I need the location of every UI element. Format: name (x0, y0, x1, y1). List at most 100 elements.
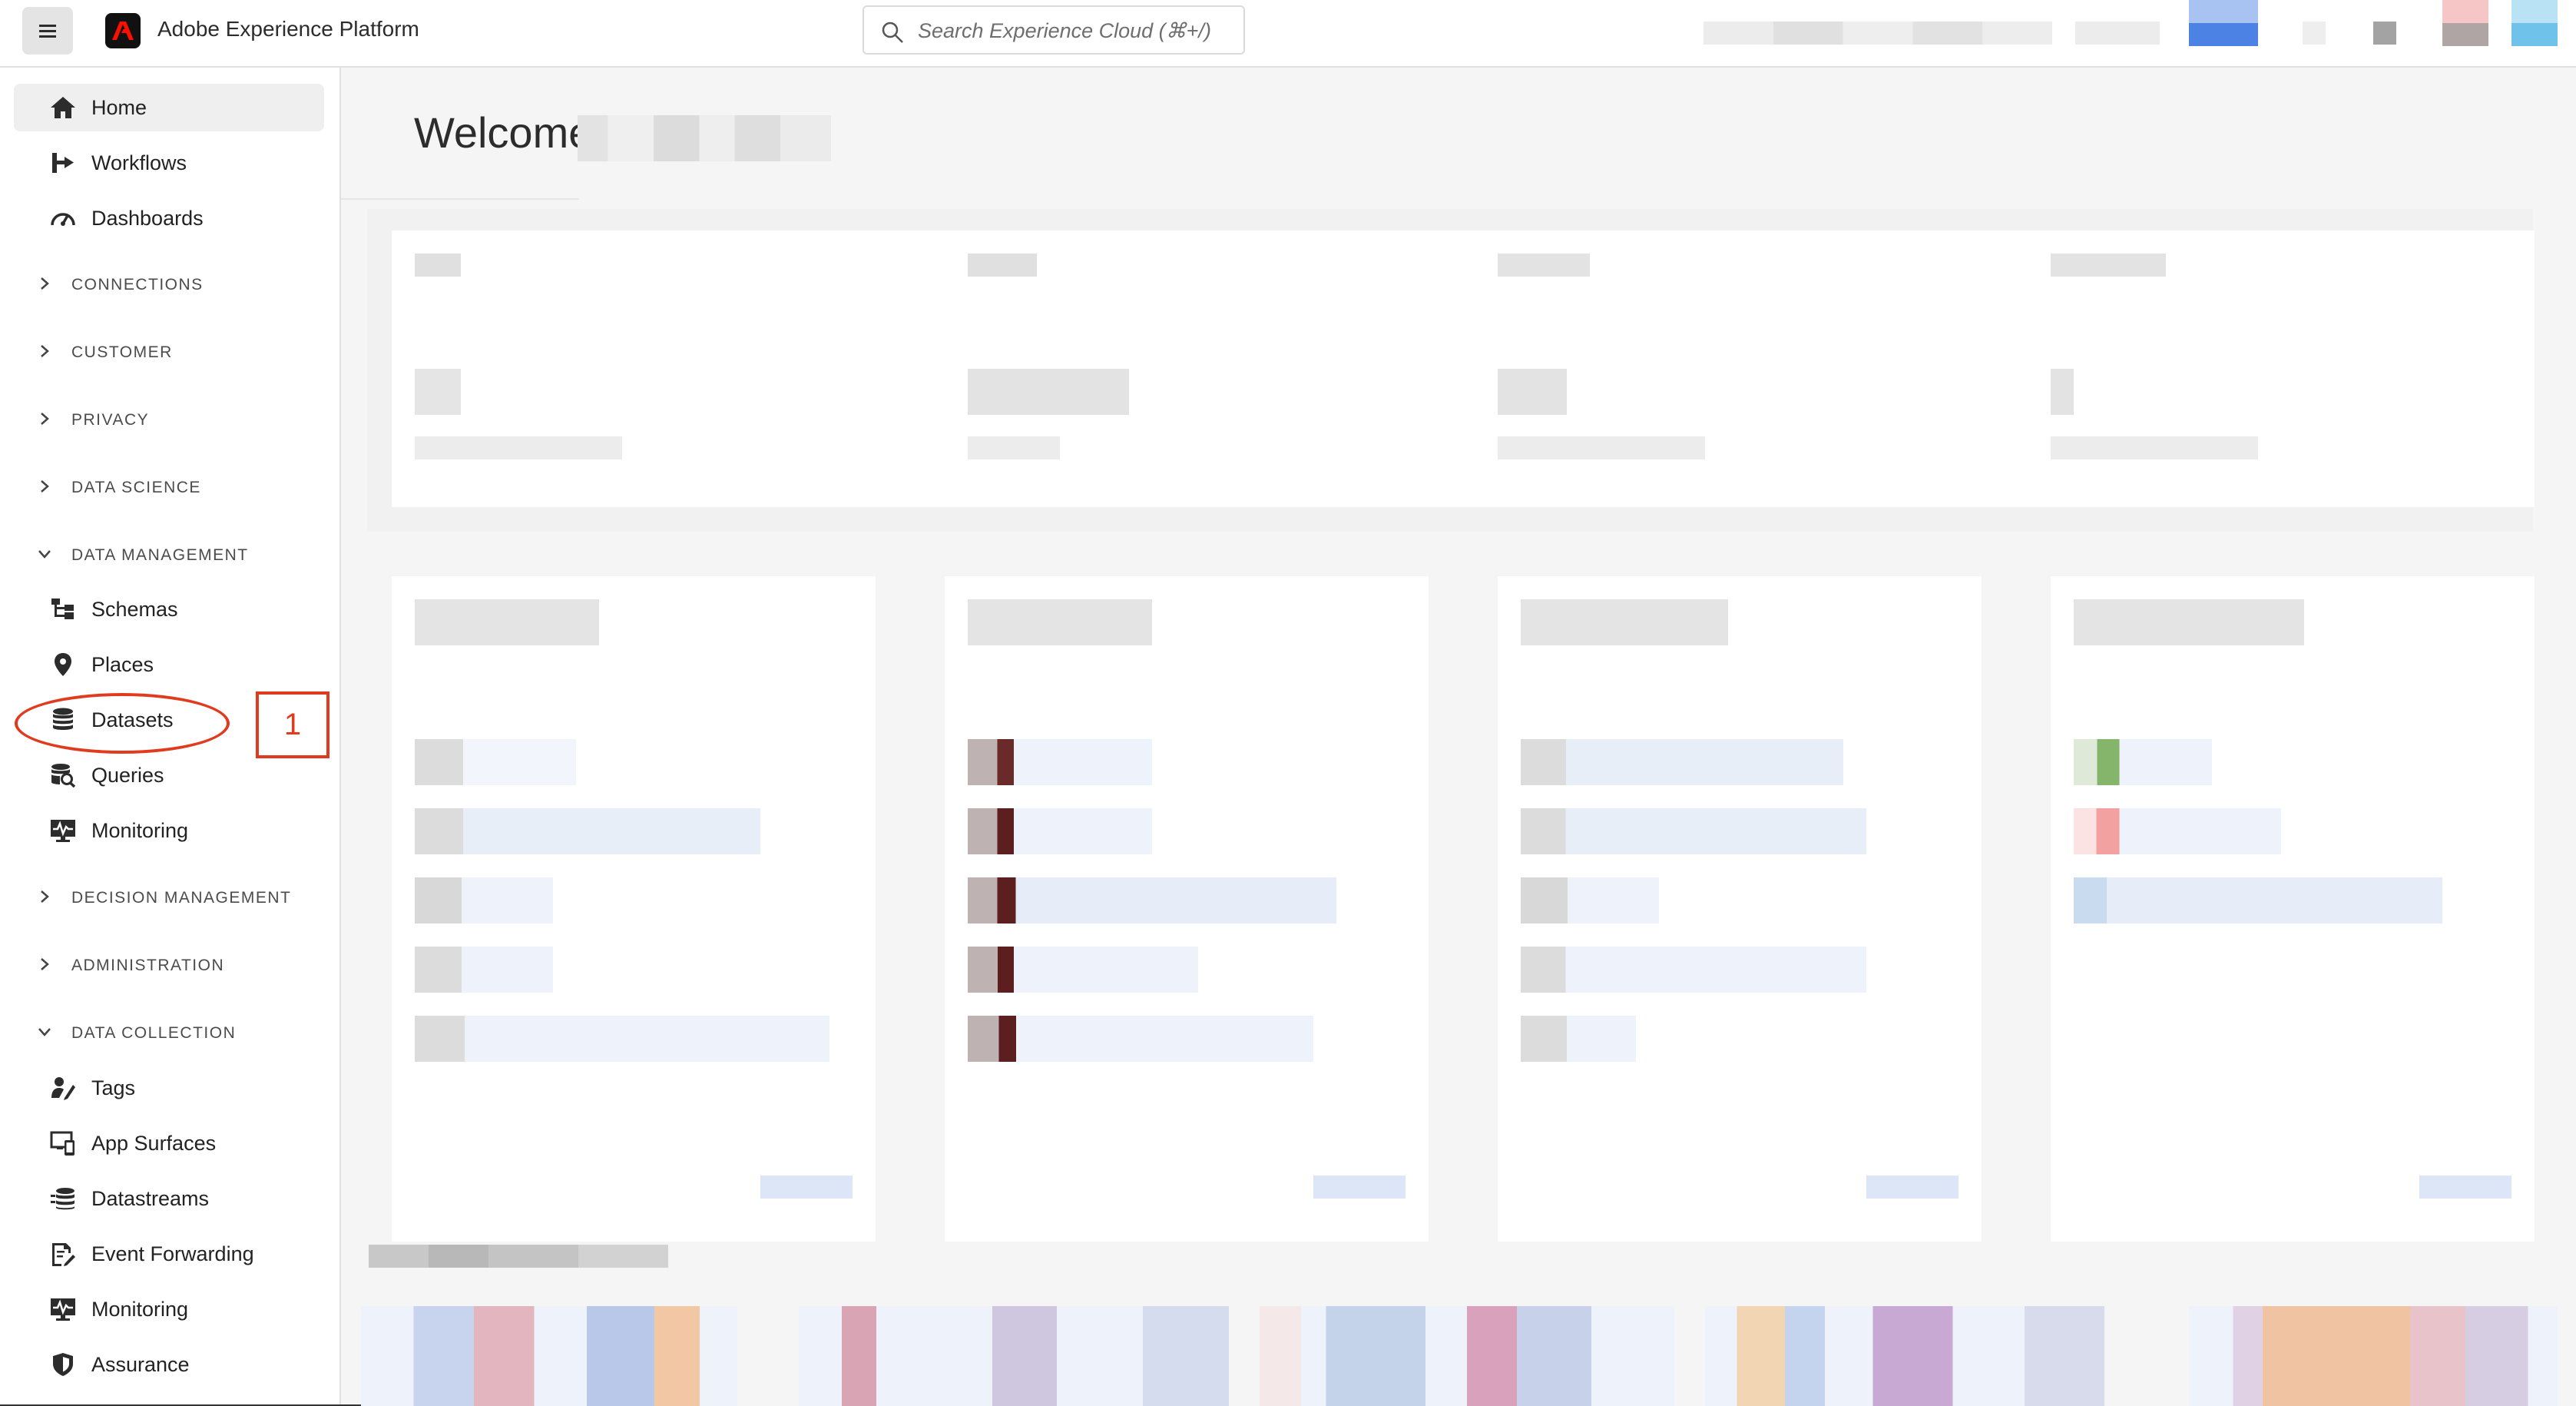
redacted-card-title (415, 599, 599, 645)
redacted-tile[interactable] (361, 1306, 737, 1406)
welcome-divider (341, 198, 579, 200)
annotation-highlight-datasets (15, 693, 230, 754)
redacted-header-controls[interactable] (2075, 22, 2160, 45)
section-decision-management[interactable]: DECISION MANAGEMENT (31, 881, 307, 912)
redacted-card-title (968, 599, 1152, 645)
nav-item-label: Dashboards (91, 207, 204, 230)
nav-item-schemas[interactable]: Schemas (14, 585, 324, 633)
redacted-metric (415, 254, 461, 277)
section-data-collection[interactable]: DATA COLLECTION (31, 1016, 276, 1047)
chevron-right-icon (41, 890, 49, 903)
redacted-link[interactable] (760, 1176, 853, 1199)
nav-item-places[interactable]: Places (14, 641, 324, 688)
recent-card[interactable] (2051, 576, 2535, 1242)
redacted-link[interactable] (1866, 1176, 1958, 1199)
event-forwarding-icon (52, 1243, 75, 1266)
redacted-card-title (1521, 599, 1728, 645)
redacted-metric (1498, 254, 1590, 277)
redacted-row (1521, 808, 1866, 854)
queries-icon (51, 764, 76, 788)
redacted-link[interactable] (2419, 1176, 2511, 1199)
summary-card (392, 230, 2535, 507)
adobe-logo-icon[interactable] (105, 13, 141, 48)
hamburger-icon (39, 25, 56, 38)
section-connections[interactable]: CONNECTIONS (31, 268, 261, 299)
redacted-header-controls[interactable] (2442, 0, 2488, 46)
redacted-tile[interactable] (1260, 1306, 1674, 1406)
nav-item-home[interactable]: Home (14, 84, 324, 131)
nav-item-label: Event Forwarding (91, 1242, 254, 1265)
home-icon (51, 97, 75, 118)
section-label: CUSTOMER (71, 343, 173, 361)
redacted-row (415, 947, 553, 993)
section-customer[interactable]: CUSTOMER (31, 336, 261, 366)
redacted-section-title (369, 1245, 668, 1268)
section-data-science[interactable]: DATA SCIENCE (31, 471, 261, 502)
recent-card[interactable] (392, 576, 876, 1242)
datastreams-icon (51, 1188, 74, 1210)
nav-item-workflows[interactable]: Workflows (14, 139, 324, 187)
section-label: CONNECTIONS (71, 276, 204, 293)
nav-item-app-surfaces[interactable]: App Surfaces (14, 1119, 324, 1167)
section-label: DATA SCIENCE (71, 479, 201, 496)
redacted-tile[interactable] (2189, 1306, 2558, 1406)
nav-item-tags[interactable]: Tags (14, 1064, 324, 1112)
redacted-header-controls[interactable] (2511, 0, 2558, 46)
assurance-icon (53, 1353, 73, 1376)
recent-card[interactable] (1498, 576, 1982, 1242)
redacted-link[interactable] (1313, 1176, 1406, 1199)
section-label: PRIVACY (71, 411, 150, 429)
redacted-row (2074, 739, 2212, 785)
app-title[interactable]: Adobe Experience Platform (157, 17, 419, 41)
nav-item-label: Workflows (91, 151, 187, 174)
redacted-row (415, 1016, 829, 1062)
menu-toggle-button[interactable] (22, 7, 73, 55)
nav-item-label: Monitoring (91, 819, 189, 842)
redacted-metric (415, 436, 622, 459)
section-data-management[interactable]: DATA MANAGEMENT (31, 539, 292, 569)
redacted-avatar[interactable] (2189, 0, 2258, 46)
nav-item-label: Schemas (91, 598, 178, 621)
redacted-row (415, 877, 553, 924)
monitoring-icon (51, 820, 75, 842)
nav-item-monitoring-collection[interactable]: Monitoring (14, 1285, 324, 1333)
nav-item-monitoring[interactable]: Monitoring (14, 807, 324, 854)
redacted-metric (1498, 369, 1567, 415)
tags-icon (51, 1077, 75, 1100)
nav-item-label: Datastreams (91, 1187, 210, 1210)
nav-item-label: Queries (91, 764, 164, 787)
nav-item-assurance[interactable]: Assurance (14, 1341, 324, 1388)
nav-item-dashboards[interactable]: Dashboards (14, 194, 324, 242)
nav-item-datastreams[interactable]: Datastreams (14, 1175, 324, 1222)
nav-item-queries[interactable]: Queries (14, 751, 324, 799)
section-label: DECISION MANAGEMENT (71, 889, 292, 907)
redacted-metric (415, 369, 461, 415)
redacted-metric (968, 369, 1129, 415)
redacted-row (2074, 877, 2442, 924)
redacted-row (968, 947, 1198, 993)
redacted-header-controls[interactable] (2373, 22, 2396, 45)
redacted-metric (968, 436, 1060, 459)
section-privacy[interactable]: PRIVACY (31, 403, 261, 434)
redacted-row (968, 808, 1152, 854)
welcome-heading: Welcome (414, 108, 592, 158)
top-bar: Adobe Experience Platform (0, 0, 2576, 68)
redacted-row (968, 877, 1336, 924)
app-surfaces-icon (50, 1131, 74, 1156)
redacted-tile[interactable] (799, 1306, 1229, 1406)
redacted-row (2074, 808, 2281, 854)
section-label: DATA COLLECTION (71, 1024, 237, 1042)
section-administration[interactable]: ADMINISTRATION (31, 949, 261, 980)
global-search[interactable] (863, 5, 1245, 55)
nav-item-label: Monitoring (91, 1298, 189, 1321)
redacted-row (1521, 877, 1659, 924)
chevron-right-icon (41, 958, 49, 970)
redacted-header-controls[interactable] (2303, 22, 2326, 45)
redacted-row (968, 1016, 1313, 1062)
search-input[interactable] (918, 16, 1233, 45)
dashboards-icon (51, 213, 75, 226)
nav-item-event-forwarding[interactable]: Event Forwarding (14, 1230, 324, 1278)
redacted-tile[interactable] (1705, 1306, 2104, 1406)
redacted-header-controls[interactable] (1704, 22, 2052, 45)
recent-card[interactable] (945, 576, 1429, 1242)
